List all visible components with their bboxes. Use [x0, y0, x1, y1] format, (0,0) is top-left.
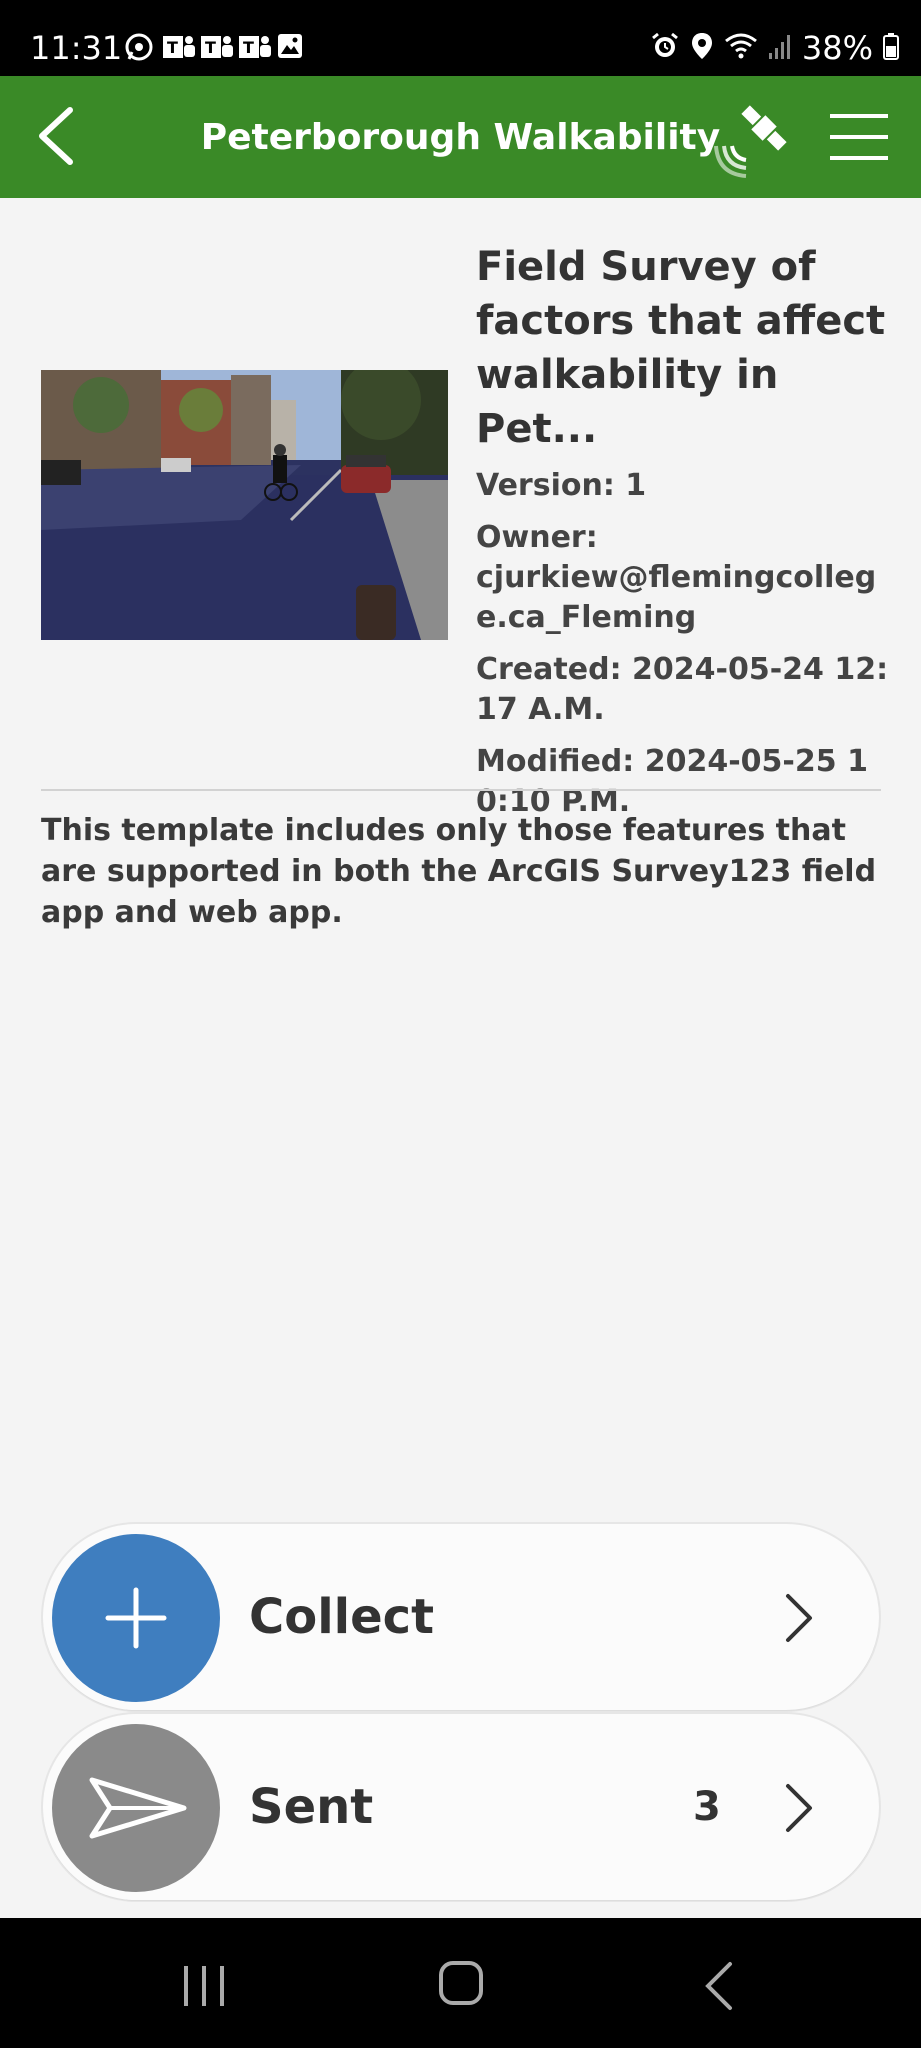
send-icon — [89, 1777, 187, 1839]
street-photo — [41, 370, 448, 640]
teams-icon: T — [200, 32, 233, 62]
svg-text:T: T — [167, 38, 178, 57]
survey-thumbnail — [41, 370, 448, 640]
survey-description: This template includes only those featur… — [41, 813, 877, 930]
survey-owner: Owner: cjurkiew@flemingcollege.ca_Flemin… — [476, 518, 896, 638]
hamburger-menu-icon — [830, 114, 888, 160]
page-title-text: Peterborough Walkability — [200, 117, 721, 158]
location-icon — [690, 31, 714, 65]
home-icon[interactable] — [438, 1960, 484, 2006]
navigation-bar — [0, 1918, 921, 2048]
collect-circle — [52, 1534, 220, 1702]
created-label: Created: — [476, 652, 622, 687]
chevron-right-icon — [786, 1784, 812, 1832]
modified-label: Modified: — [476, 744, 635, 779]
status-time: 11:31 — [30, 29, 123, 67]
sent-circle — [52, 1724, 220, 1892]
menu-button[interactable] — [828, 110, 890, 164]
svg-text:T: T — [205, 38, 216, 57]
gps-status-button[interactable] — [714, 98, 794, 178]
gallery-icon — [276, 32, 306, 62]
version-label: Version: — [476, 468, 615, 503]
back-icon[interactable] — [702, 1960, 738, 2012]
wifi-icon — [724, 31, 758, 65]
survey-info: Field Survey of factors that affect walk… — [476, 240, 896, 834]
collect-button[interactable]: Collect — [43, 1524, 879, 1710]
sent-count: 3 — [693, 1784, 721, 1830]
version-value: 1 — [625, 468, 647, 503]
teams-icon: T — [162, 32, 195, 62]
svg-text:T: T — [243, 38, 254, 57]
battery-percent: 38% — [801, 29, 873, 67]
divider — [41, 789, 881, 791]
sent-label: Sent — [249, 1779, 374, 1835]
alarm-icon — [650, 31, 680, 65]
chevron-right-icon — [786, 1594, 812, 1642]
survey-created: Created: 2024-05-24 12:17 A.M. — [476, 650, 896, 730]
survey-title: Field Survey of factors that affect walk… — [476, 244, 886, 452]
sent-button[interactable]: Sent 3 — [43, 1714, 879, 1900]
satellite-icon — [714, 105, 787, 178]
survey-version: Version: 1 — [476, 466, 896, 506]
recent-apps-icon[interactable] — [180, 1964, 228, 2008]
signal-icon — [768, 31, 792, 65]
collect-label: Collect — [249, 1589, 435, 1645]
status-bar: 11:31 T T T 38% — [0, 0, 921, 76]
notification-icons: T T T — [124, 32, 306, 62]
whatsapp-icon — [124, 32, 154, 62]
owner-value: cjurkiew@flemingcollege.ca_Fleming — [476, 560, 877, 635]
app-header: Peterborough Walkability — [0, 76, 921, 198]
system-icons: 38% — [650, 30, 899, 66]
battery-icon — [883, 31, 899, 65]
plus-icon — [105, 1587, 167, 1649]
teams-icon: T — [238, 32, 271, 62]
owner-label: Owner: — [476, 520, 598, 555]
